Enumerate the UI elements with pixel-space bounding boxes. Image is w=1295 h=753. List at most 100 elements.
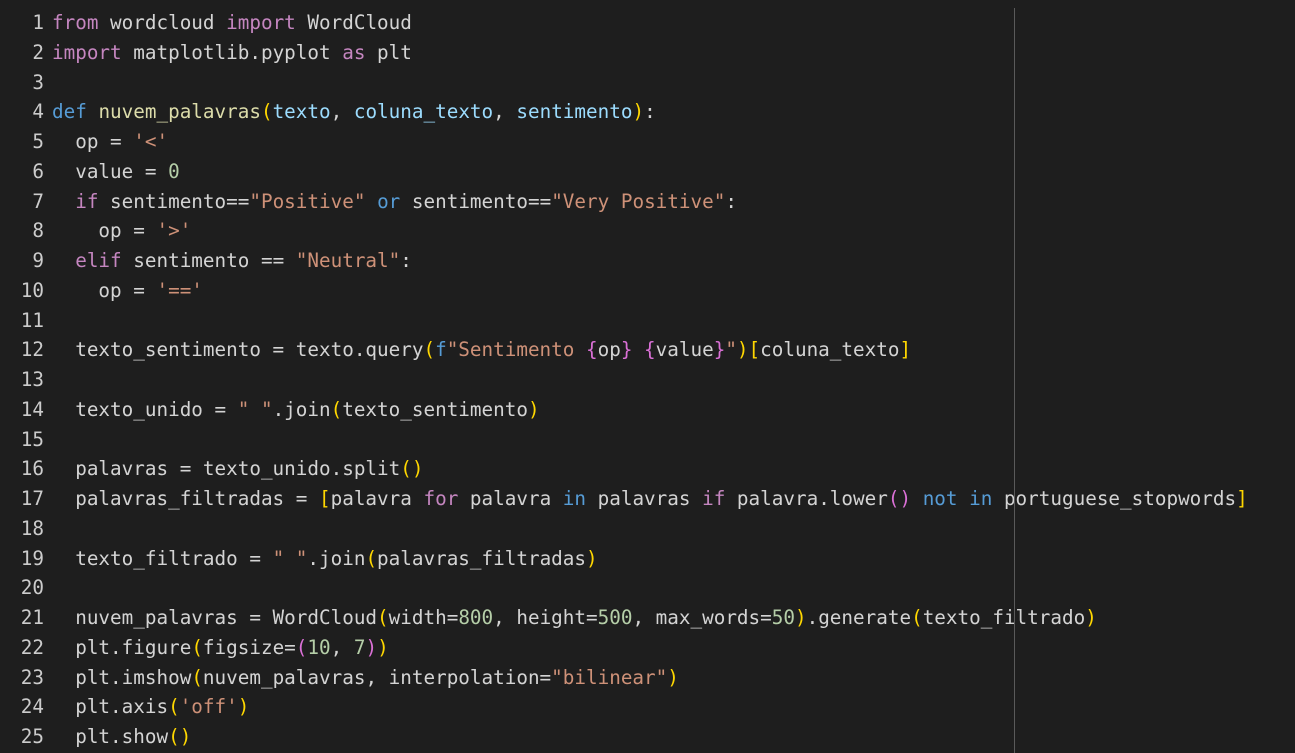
code-token: texto bbox=[272, 100, 331, 124]
code-token: : bbox=[400, 249, 412, 272]
code-token: () bbox=[887, 487, 912, 510]
code-line[interactable]: 8 op = '>' bbox=[0, 216, 1295, 246]
code-token: .generate bbox=[806, 606, 912, 629]
code-token: op = bbox=[52, 130, 134, 153]
code-token: wordcloud bbox=[98, 11, 227, 34]
code-token: { bbox=[644, 338, 656, 362]
code-line[interactable]: 2 import matplotlib.pyplot as plt bbox=[0, 38, 1295, 68]
code-line[interactable]: 22 plt.figure(figsize=(10, 7)) bbox=[0, 633, 1295, 663]
code-line[interactable]: 12 texto_sentimento = texto.query(f"Sent… bbox=[0, 335, 1295, 365]
code-text: texto_filtrado = " ".join(palavras_filtr… bbox=[52, 544, 598, 574]
code-token: plt.imshow bbox=[52, 665, 192, 689]
code-token: ) bbox=[586, 546, 598, 570]
code-token: () bbox=[168, 725, 192, 748]
code-token: sentimento== bbox=[400, 189, 552, 213]
code-text: texto_sentimento = texto.query(f"Sentime… bbox=[52, 335, 911, 365]
code-token: ) bbox=[527, 397, 540, 421]
code-line[interactable]: 13 bbox=[0, 365, 1295, 395]
line-number: 5 bbox=[32, 130, 44, 153]
code-text: palavras_filtradas = [palavra for palavr… bbox=[52, 484, 1248, 514]
line-number: 2 bbox=[32, 40, 44, 64]
code-line[interactable]: 18 bbox=[0, 514, 1295, 544]
code-token: 7 bbox=[353, 635, 366, 659]
code-line[interactable]: 15 bbox=[0, 425, 1295, 455]
code-token: if bbox=[702, 487, 726, 510]
code-token: palavras_filtradas = bbox=[52, 487, 319, 510]
code-line[interactable]: 9 elif sentimento == "Neutral": bbox=[0, 246, 1295, 276]
line-number: 14 bbox=[20, 397, 44, 421]
code-token: plt.figure bbox=[52, 635, 192, 659]
line-number: 7 bbox=[32, 189, 44, 213]
line-number: 8 bbox=[32, 219, 44, 243]
line-number: 20 bbox=[20, 576, 44, 600]
code-token: , bbox=[330, 635, 354, 659]
line-number: 17 bbox=[20, 487, 44, 510]
code-line[interactable]: 20 bbox=[0, 573, 1295, 603]
code-token: texto_filtrado = bbox=[52, 546, 273, 570]
code-token: [ bbox=[319, 487, 331, 510]
code-line[interactable]: 14 texto_unido = " ".join(texto_sentimen… bbox=[0, 395, 1295, 425]
line-number: 12 bbox=[20, 338, 44, 362]
code-text: def nuvem_palavras(texto, coluna_texto, … bbox=[52, 97, 656, 127]
code-token: "Positive" bbox=[249, 189, 366, 213]
code-line[interactable]: 11 bbox=[0, 306, 1295, 336]
code-line[interactable]: 17 palavras_filtradas = [palavra for pal… bbox=[0, 484, 1295, 514]
code-line[interactable]: 21 nuvem_palavras = WordCloud(width=800,… bbox=[0, 603, 1295, 633]
code-token: WordCloud bbox=[295, 11, 412, 34]
code-line[interactable]: 6 value = 0 bbox=[0, 157, 1295, 187]
line-number: 9 bbox=[32, 249, 44, 272]
code-token: width= bbox=[388, 606, 459, 629]
code-line[interactable]: 7 if sentimento=="Positive" or sentiment… bbox=[0, 187, 1295, 217]
code-token: elif bbox=[75, 249, 122, 272]
code-line[interactable]: 19 texto_filtrado = " ".join(palavras_fi… bbox=[0, 544, 1295, 574]
code-token: palavras_filtradas bbox=[377, 546, 586, 570]
code-token: , bbox=[493, 100, 517, 124]
code-editor[interactable]: 1 from wordcloud import WordCloud 2 import … bbox=[0, 8, 1295, 753]
code-token: sentimento bbox=[516, 100, 633, 124]
code-line[interactable]: 23 plt.imshow(nuvem_palavras, interpolat… bbox=[0, 663, 1295, 693]
code-token: ( bbox=[911, 606, 923, 629]
code-token: , bbox=[330, 100, 354, 124]
code-token: coluna_texto bbox=[353, 100, 494, 124]
code-line[interactable]: 25 plt.show() bbox=[0, 722, 1295, 752]
code-token: .join bbox=[307, 546, 366, 570]
code-token: plt.axis bbox=[52, 695, 169, 719]
code-line[interactable]: 24 plt.axis('off') bbox=[0, 692, 1295, 722]
code-text: plt.show() bbox=[52, 722, 191, 752]
code-token: texto_unido = bbox=[52, 397, 238, 421]
code-text: op = '<' bbox=[52, 127, 168, 157]
code-token: , max_words= bbox=[632, 606, 772, 629]
code-token: op bbox=[597, 338, 621, 362]
line-number: 16 bbox=[20, 457, 44, 481]
code-line[interactable]: 4 def nuvem_palavras(texto, coluna_texto,… bbox=[0, 97, 1295, 127]
code-token: not bbox=[922, 487, 958, 510]
line-number: 23 bbox=[20, 665, 44, 689]
code-text: from wordcloud import WordCloud bbox=[52, 8, 412, 38]
code-text: plt.imshow(nuvem_palavras, interpolation… bbox=[52, 663, 679, 693]
code-token: palavras = texto_unido.split bbox=[52, 457, 401, 481]
code-token: () bbox=[400, 457, 424, 481]
code-token: 500 bbox=[597, 606, 633, 629]
code-token: ( bbox=[295, 635, 308, 659]
code-token: as bbox=[342, 40, 366, 64]
code-token: or bbox=[377, 189, 401, 213]
code-token: value = bbox=[52, 159, 169, 183]
code-token: texto_filtrado bbox=[922, 606, 1086, 629]
code-token: ) bbox=[1085, 606, 1097, 629]
code-token: matplotlib.pyplot bbox=[121, 40, 343, 64]
code-line[interactable]: 5 op = '<' bbox=[0, 127, 1295, 157]
code-token: texto_sentimento = texto.query bbox=[52, 338, 424, 362]
code-line[interactable]: 1 from wordcloud import WordCloud bbox=[0, 8, 1295, 38]
code-token: f bbox=[435, 338, 447, 362]
code-line[interactable]: 16 palavras = texto_unido.split() bbox=[0, 454, 1295, 484]
code-token: 0 bbox=[168, 159, 180, 183]
code-token: : bbox=[725, 189, 737, 213]
line-number: 21 bbox=[20, 606, 44, 629]
code-token: op = bbox=[52, 278, 157, 302]
code-line[interactable]: 3 bbox=[0, 68, 1295, 98]
code-text: texto_unido = " ".join(texto_sentimento) bbox=[52, 395, 540, 425]
code-token: "Sentimento bbox=[446, 338, 586, 362]
code-line[interactable]: 10 op = '==' bbox=[0, 276, 1295, 306]
